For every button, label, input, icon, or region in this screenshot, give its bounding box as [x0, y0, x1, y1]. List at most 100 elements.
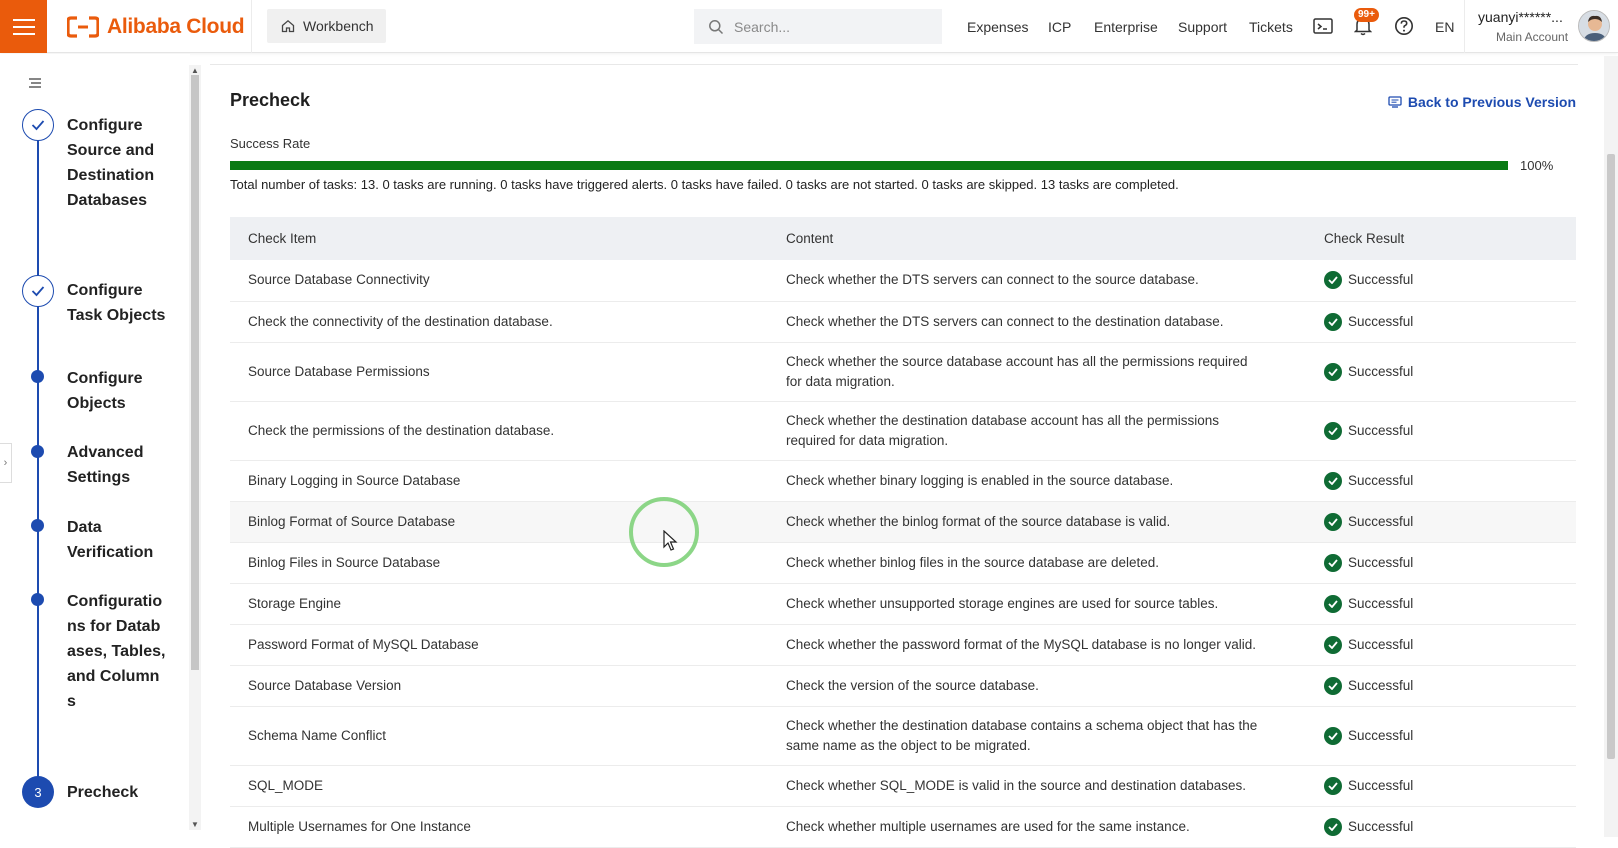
check-item-cell: Check the permissions of the destination…: [230, 401, 768, 461]
status: Successful: [1324, 270, 1576, 290]
alibaba-logo-icon: [67, 16, 99, 38]
scroll-thumb[interactable]: [191, 75, 199, 670]
notification-badge: 99+: [1354, 8, 1379, 22]
mouse-cursor-icon: [663, 530, 678, 551]
step-done-check-icon: [22, 109, 54, 141]
check-item-cell: Password Format of MySQL Database: [230, 624, 768, 666]
alibaba-cloud-logo[interactable]: Alibaba Cloud: [67, 13, 245, 41]
help-icon[interactable]: [1392, 14, 1416, 38]
top-bar: Alibaba Cloud Workbench Search... Expens…: [0, 0, 1618, 53]
table-row: Source Database Version Check the version…: [230, 665, 1576, 707]
status-text: Successful: [1348, 777, 1414, 793]
success-rate-progress-bar: [230, 161, 1508, 170]
steps-scrollbar[interactable]: ▲ ▼: [189, 65, 201, 830]
content-cell: Check whether unsupported storage engine…: [768, 583, 1306, 625]
nav-icp[interactable]: ICP: [1048, 0, 1071, 53]
check-item-cell: SQL_MODE: [230, 765, 768, 807]
step-precheck[interactable]: Precheck: [67, 780, 182, 805]
success-check-icon: [1324, 594, 1342, 613]
status-text: Successful: [1348, 554, 1414, 570]
success-check-icon: [1324, 312, 1342, 331]
check-item-cell: Source Database Connectivity: [230, 260, 768, 302]
status: Successful: [1324, 635, 1576, 655]
step-dot: [31, 519, 44, 532]
divider: [210, 64, 1578, 65]
step-dot: [31, 445, 44, 458]
terminal-icon[interactable]: [1311, 14, 1335, 38]
expand-panel-chevron-icon[interactable]: ›: [0, 443, 12, 483]
check-result-cell: Successful: [1306, 624, 1576, 666]
page-title: Precheck: [230, 90, 311, 110]
table-row: SQL_MODE Check whether SQL_MODE is valid …: [230, 765, 1576, 807]
status-text: Successful: [1348, 727, 1414, 743]
check-item-cell: Multiple Usernames for One Instance: [230, 806, 768, 848]
check-result-cell: Successful: [1306, 583, 1576, 625]
check-item-cell: Storage Engine: [230, 583, 768, 625]
column-header-content: Content: [768, 217, 1306, 260]
status: Successful: [1324, 594, 1576, 614]
step-advanced-settings[interactable]: Advanced Settings: [67, 440, 182, 490]
scroll-up-icon[interactable]: ▲: [191, 66, 199, 75]
back-to-previous-version-link[interactable]: Back to Previous Version: [1388, 94, 1576, 110]
status-text: Successful: [1348, 272, 1414, 288]
avatar[interactable]: [1578, 10, 1610, 42]
table-row: Binlog Format of Source Database Check wh…: [230, 501, 1576, 543]
check-result-cell: Successful: [1306, 665, 1576, 707]
back-link-label: Back to Previous Version: [1407, 94, 1576, 110]
table-row: Multiple Usernames for One Instance Check…: [230, 806, 1576, 848]
success-check-icon: [1324, 635, 1342, 654]
check-result-cell: Successful: [1306, 706, 1576, 766]
content-cell: Check whether SQL_MODE is valid in the s…: [768, 765, 1306, 807]
step-configure-objects[interactable]: Configure Objects: [67, 366, 182, 416]
status: Successful: [1324, 421, 1576, 441]
collapse-menu-icon[interactable]: [28, 76, 42, 94]
scroll-down-icon[interactable]: ▼: [191, 820, 199, 829]
table-row: Schema Name Conflict Check whether the de…: [230, 706, 1576, 766]
task-summary: Total number of tasks: 13. 0 tasks are r…: [230, 177, 1179, 192]
success-check-icon: [1324, 553, 1342, 572]
precheck-table: Check Item Content Check Result Source D…: [230, 217, 1576, 848]
table-row: Source Database Connectivity Check whethe…: [230, 260, 1576, 302]
step-data-verification[interactable]: Data Verification: [67, 515, 182, 565]
success-check-icon: [1324, 512, 1342, 531]
search-icon: [709, 19, 724, 34]
content-cell: Check whether the binlog format of the s…: [768, 501, 1306, 543]
success-check-icon: [1324, 471, 1342, 490]
search-input[interactable]: Search...: [694, 9, 942, 44]
content-cell: Check the version of the source database…: [768, 665, 1306, 707]
success-check-icon: [1324, 271, 1342, 290]
step-done-check-icon: [22, 275, 54, 307]
step-configurations-columns[interactable]: Configurations for Databases, Tables, an…: [67, 589, 167, 714]
language-switch[interactable]: EN: [1435, 0, 1454, 53]
workbench-button[interactable]: Workbench: [267, 9, 386, 43]
content-cell: Check whether the destination database c…: [768, 706, 1306, 766]
user-name[interactable]: yuanyi******...: [1478, 9, 1563, 25]
workbench-label: Workbench: [303, 18, 374, 34]
scroll-thumb[interactable]: [1607, 154, 1615, 759]
menu-icon[interactable]: [0, 0, 47, 53]
success-check-icon: [1324, 776, 1342, 795]
table-row: Check the permissions of the destination…: [230, 401, 1576, 461]
check-result-cell: Successful: [1306, 806, 1576, 848]
nav-expenses[interactable]: Expenses: [967, 0, 1028, 53]
status-text: Successful: [1348, 636, 1414, 652]
content-cell: Check whether binary logging is enabled …: [768, 460, 1306, 502]
status-text: Successful: [1348, 472, 1414, 488]
column-header-check-item: Check Item: [230, 217, 768, 260]
status-text: Successful: [1348, 363, 1414, 379]
check-result-cell: Successful: [1306, 765, 1576, 807]
step-dot: [31, 593, 44, 606]
content-cell: Check whether the destination database a…: [768, 401, 1306, 461]
nav-tickets[interactable]: Tickets: [1249, 0, 1293, 53]
search-placeholder: Search...: [734, 18, 791, 35]
status: Successful: [1324, 726, 1576, 746]
nav-support[interactable]: Support: [1178, 0, 1227, 53]
nav-enterprise[interactable]: Enterprise: [1094, 0, 1158, 53]
content-cell: Check whether the password format of the…: [768, 624, 1306, 666]
status: Successful: [1324, 817, 1576, 837]
page-scrollbar[interactable]: [1604, 56, 1618, 837]
table-row: Source Database Permissions Check whether…: [230, 342, 1576, 402]
step-configure-source-destination[interactable]: Configure Source and Destination Databas…: [67, 113, 182, 213]
step-number-badge: 3: [22, 776, 54, 808]
step-configure-task-objects[interactable]: Configure Task Objects: [67, 278, 182, 328]
